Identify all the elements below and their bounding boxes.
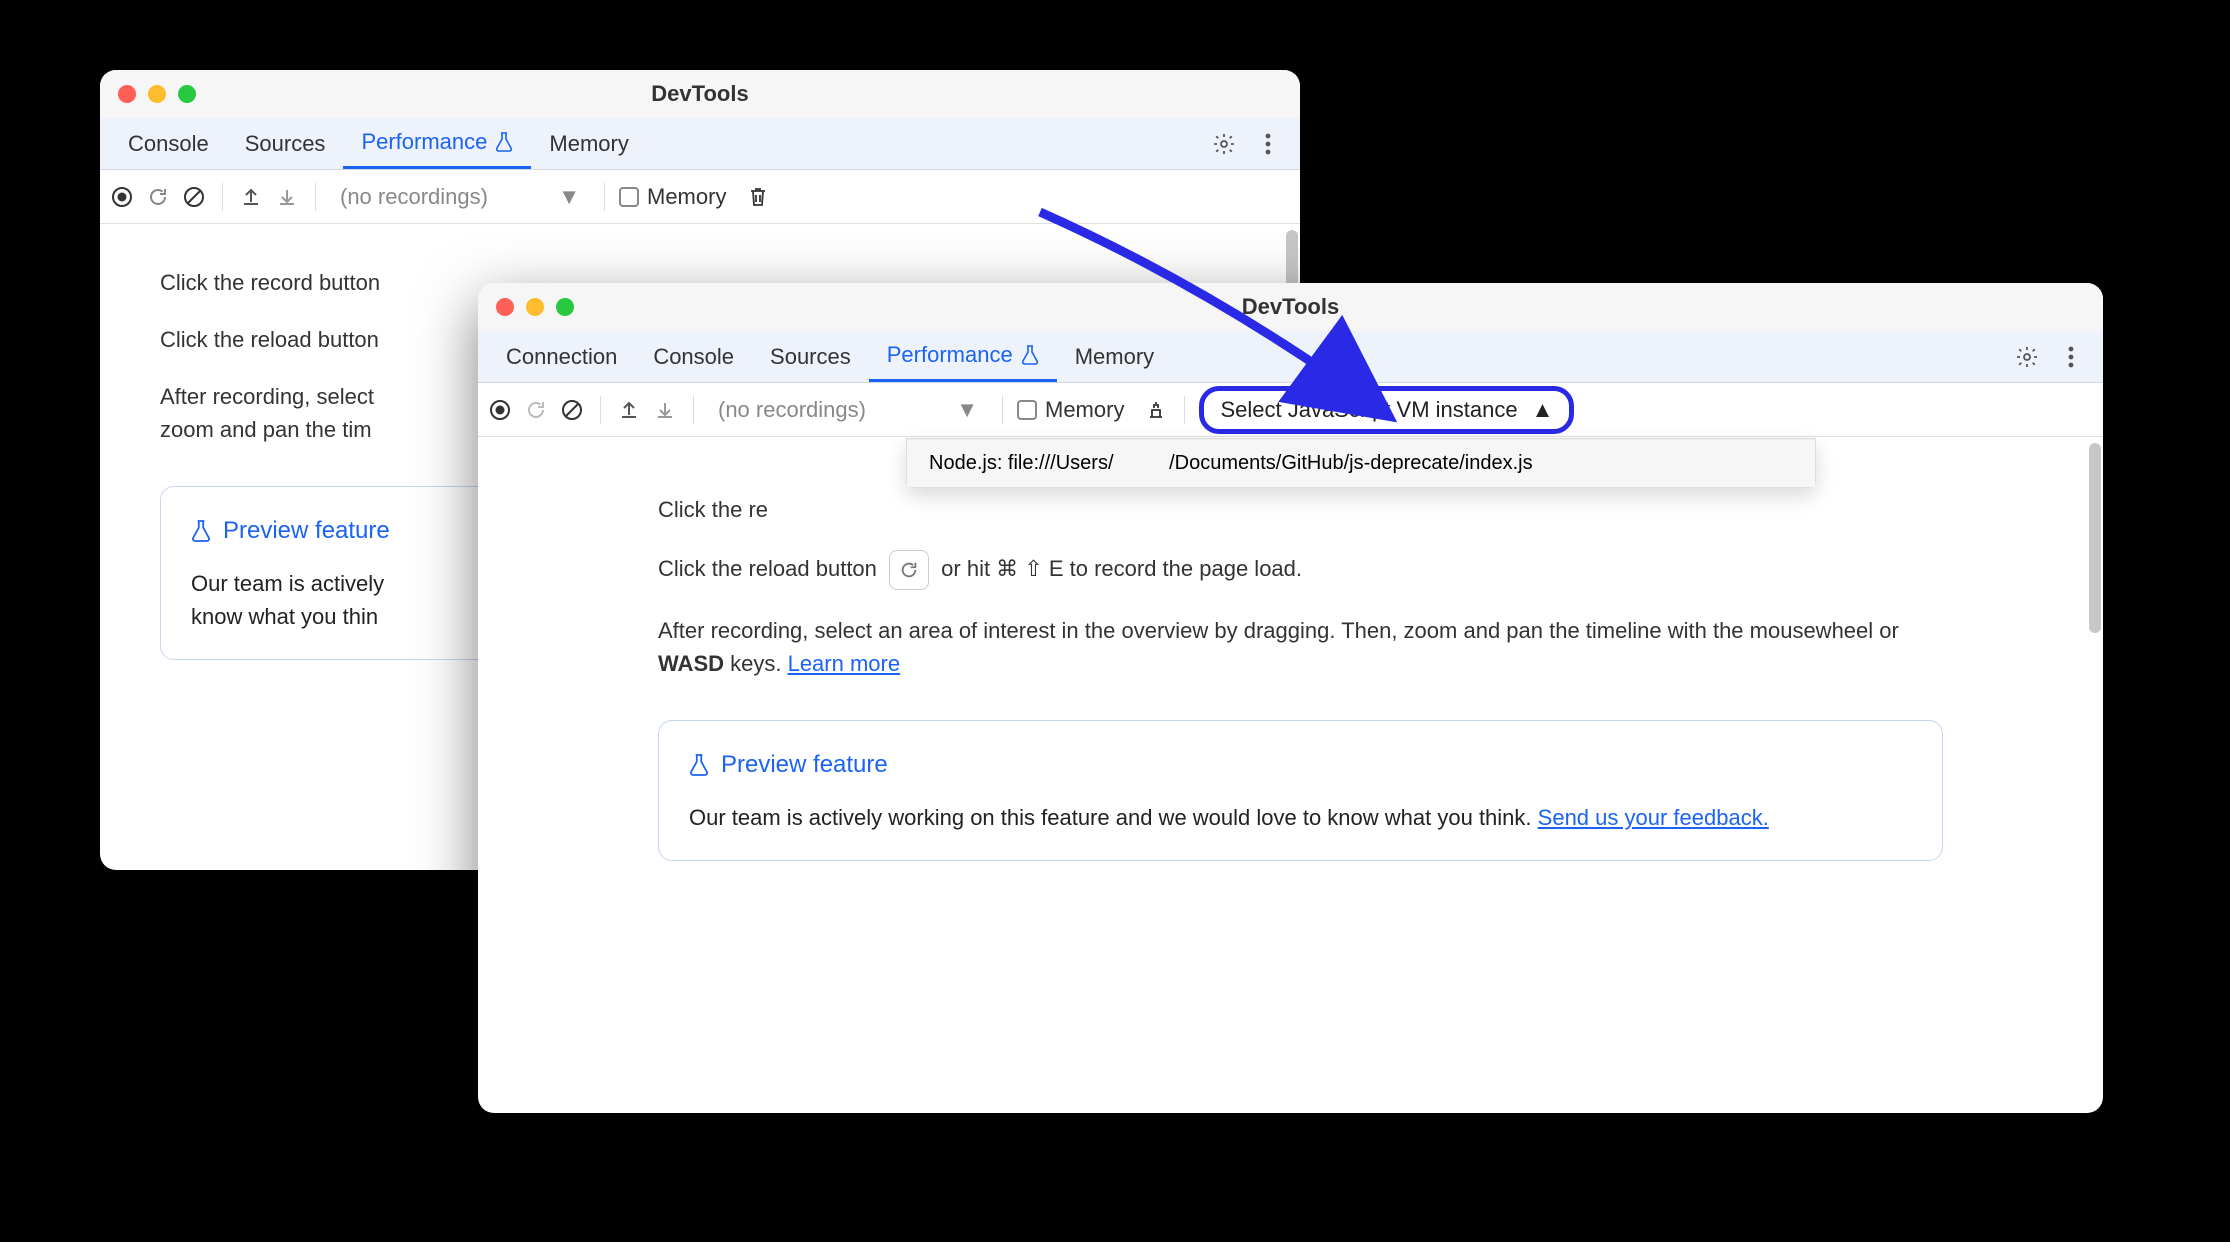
devtools-window-front: DevTools Connection Console Sources Perf… <box>478 283 2103 1113</box>
chevron-down-icon: ▼ <box>558 184 580 210</box>
recordings-placeholder: (no recordings) <box>340 184 488 210</box>
tab-performance[interactable]: Performance <box>869 331 1057 382</box>
flask-icon <box>191 519 211 543</box>
more-icon[interactable] <box>1254 130 1282 158</box>
tab-sources[interactable]: Sources <box>227 118 344 169</box>
clear-icon[interactable] <box>558 396 586 424</box>
tab-console[interactable]: Console <box>110 118 227 169</box>
flask-icon <box>1021 345 1039 365</box>
clear-icon[interactable] <box>180 183 208 211</box>
learn-more-link[interactable]: Learn more <box>788 651 901 676</box>
tab-label: Performance <box>887 342 1013 368</box>
chevron-down-icon: ▼ <box>956 397 978 423</box>
download-icon[interactable] <box>273 183 301 211</box>
reload-icon[interactable] <box>522 396 550 424</box>
instruction-record: Click the re <box>658 493 1943 526</box>
tab-memory[interactable]: Memory <box>1057 331 1172 382</box>
toolbar: (no recordings) ▼ Memory Select JavaScri… <box>478 383 2103 437</box>
more-icon[interactable] <box>2057 343 2085 371</box>
instruction-after: After recording, select an area of inter… <box>658 614 1943 680</box>
download-icon[interactable] <box>651 396 679 424</box>
window-title: DevTools <box>100 81 1300 107</box>
record-icon[interactable] <box>486 396 514 424</box>
tab-console[interactable]: Console <box>635 331 752 382</box>
feedback-link[interactable]: Send us your feedback. <box>1538 805 1769 830</box>
trash-icon[interactable] <box>744 183 772 211</box>
preview-label: Preview feature <box>721 747 888 783</box>
instruction-reload: Click the reload button or hit ⌘ ⇧ E to … <box>658 550 1943 590</box>
preview-label: Preview feature <box>223 513 390 549</box>
tab-sources[interactable]: Sources <box>752 331 869 382</box>
scrollbar[interactable] <box>2089 443 2101 633</box>
memory-checkbox[interactable] <box>619 187 639 207</box>
memory-label: Memory <box>647 184 726 210</box>
tab-connection[interactable]: Connection <box>488 331 635 382</box>
reload-icon[interactable] <box>144 183 172 211</box>
preview-card: Preview feature Our team is actively wor… <box>658 720 1943 861</box>
toolbar: (no recordings) ▼ Memory <box>100 170 1300 224</box>
vm-instance-select[interactable]: Select JavaScript VM instance ▲ <box>1199 386 1574 434</box>
preview-text: Our team is actively working on this fea… <box>689 801 1912 834</box>
tab-bar: Console Sources Performance Memory <box>100 118 1300 170</box>
window-title: DevTools <box>478 294 2103 320</box>
tab-label: Performance <box>361 129 487 155</box>
recordings-placeholder: (no recordings) <box>718 397 866 423</box>
gear-icon[interactable] <box>1210 130 1238 158</box>
gear-icon[interactable] <box>2013 343 2041 371</box>
wasd-keys: WASD <box>658 651 724 676</box>
memory-checkbox[interactable] <box>1017 400 1037 420</box>
tab-bar: Connection Console Sources Performance M… <box>478 331 2103 383</box>
flask-icon <box>495 132 513 152</box>
tab-performance[interactable]: Performance <box>343 118 531 169</box>
recordings-select[interactable]: (no recordings) ▼ <box>330 184 590 210</box>
upload-icon[interactable] <box>615 396 643 424</box>
memory-label: Memory <box>1045 397 1124 423</box>
record-icon[interactable] <box>108 183 136 211</box>
vm-select-label: Select JavaScript VM instance <box>1220 397 1517 423</box>
upload-icon[interactable] <box>237 183 265 211</box>
reload-inline-icon <box>889 550 929 590</box>
collect-garbage-icon[interactable] <box>1142 396 1170 424</box>
titlebar: DevTools <box>478 283 2103 331</box>
tab-memory[interactable]: Memory <box>531 118 646 169</box>
flask-icon <box>689 753 709 777</box>
chevron-up-icon: ▲ <box>1532 397 1554 423</box>
titlebar: DevTools <box>100 70 1300 118</box>
recordings-select[interactable]: (no recordings) ▼ <box>708 397 988 423</box>
body-area: Click the re Click the reload button or … <box>478 437 2103 1113</box>
